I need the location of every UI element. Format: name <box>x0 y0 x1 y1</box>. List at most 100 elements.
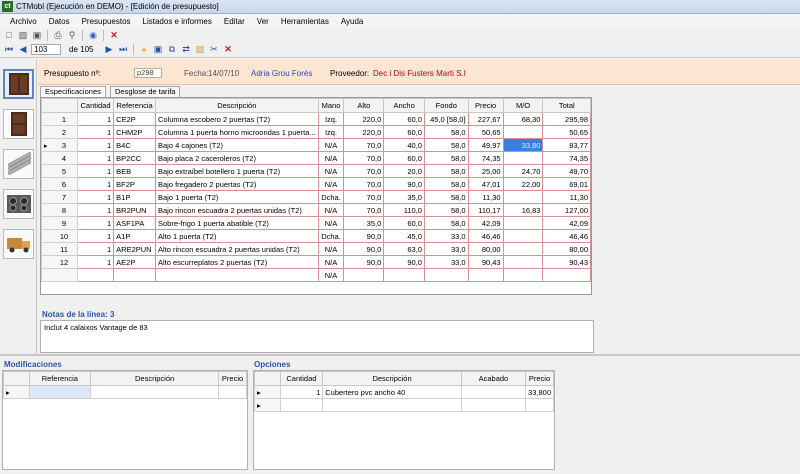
table-row[interactable]: 6 1 BF2P Bajo fregadero 2 puertas (T2) N/A 70… <box>41 177 591 191</box>
cell-ancho[interactable]: 90,0 <box>383 255 425 269</box>
opt-col-cantidad[interactable]: Cantidad <box>279 371 324 386</box>
cell-mo[interactable]: 68,30 <box>502 112 544 126</box>
row-number[interactable]: 11 <box>41 242 78 256</box>
print-icon[interactable]: ⎙ <box>52 29 64 41</box>
cell-precio[interactable]: 50,65 <box>467 125 504 139</box>
transfer-icon[interactable]: ⇄ <box>180 44 192 56</box>
cell-total[interactable]: 69,01 <box>542 177 591 191</box>
cell-ancho[interactable]: 60,0 <box>383 216 425 230</box>
cell-mo[interactable] <box>502 255 544 269</box>
opt-cell-precio[interactable]: 33,800 <box>524 385 554 399</box>
row-number[interactable]: 2 <box>41 125 78 139</box>
cell-ancho[interactable]: 40,0 <box>383 138 425 152</box>
col-header-mano[interactable]: Mano <box>317 98 345 113</box>
row-number[interactable]: 6 <box>41 177 78 191</box>
opt-cell-acabado[interactable] <box>460 385 526 399</box>
cell-referencia[interactable]: B1P <box>113 190 156 204</box>
cell-mano[interactable]: N/A <box>317 242 345 256</box>
save-icon[interactable]: ▣ <box>31 29 43 41</box>
table-row[interactable]: ▸ <box>254 398 554 412</box>
cell-precio[interactable] <box>467 268 504 282</box>
cell-cantidad[interactable]: 1 <box>76 164 115 178</box>
globe-icon[interactable]: ◉ <box>87 29 99 41</box>
cell-descripcion[interactable]: Bajo placa 2 caceroleros (T2) <box>154 151 319 165</box>
cell-alto[interactable]: 90,0 <box>343 229 385 243</box>
cell-ancho[interactable]: 20,0 <box>383 164 425 178</box>
table-row[interactable]: 12 1 AE2P Alto escurreplatos 2 puertas (T2)… <box>41 255 591 269</box>
cell-alto[interactable]: 220,0 <box>343 125 385 139</box>
date-value[interactable]: 14/07/10 <box>208 69 239 78</box>
table-row[interactable]: 7 1 B1P Bajo 1 puerta (T2) Dcha. 70,0 35,0 58,0… <box>41 190 591 204</box>
delete-record-icon[interactable]: ✕ <box>222 44 234 56</box>
cell-total[interactable]: 90,43 <box>542 255 591 269</box>
cell-ancho[interactable]: 45,0 <box>383 229 425 243</box>
previous-record-icon[interactable]: ◀ <box>17 44 29 56</box>
opt-col-acabado[interactable]: Acabado <box>460 371 526 386</box>
cell-fondo[interactable]: 58,0 <box>423 216 469 230</box>
opt-col-descripcion[interactable]: Descripción <box>322 371 462 386</box>
attach-icon[interactable]: ✂ <box>208 44 220 56</box>
opt-cell-descripcion[interactable]: Cubertero pvc ancho 40 <box>322 385 462 399</box>
cell-mano[interactable]: N/A <box>317 203 345 217</box>
mod-cell-descripcion[interactable] <box>90 385 220 399</box>
cell-mano[interactable]: N/A <box>317 268 345 282</box>
mod-col-descripcion[interactable]: Descripción <box>90 371 220 386</box>
table-row[interactable]: 1 1 CE2P Columna escobero 2 puertas (T2) Izq… <box>41 112 591 126</box>
row-number[interactable]: 8 <box>41 203 78 217</box>
cell-referencia[interactable]: BP2CC <box>113 151 156 165</box>
cell-referencia[interactable]: BEB <box>113 164 156 178</box>
sidebar-wardrobe-button[interactable] <box>3 69 34 99</box>
cell-descripcion[interactable]: Bajo 1 puerta (T2) <box>154 190 319 204</box>
table-row[interactable]: 9 1 ASF1PA Sobre-frigo 1 puerta abatible (T… <box>41 216 591 230</box>
cell-mo[interactable] <box>502 190 544 204</box>
cell-referencia[interactable]: AE2P <box>113 255 156 269</box>
cell-alto[interactable]: 90,0 <box>343 242 385 256</box>
cell-cantidad[interactable]: 1 <box>76 203 115 217</box>
mod-col-precio[interactable]: Precio <box>218 371 247 386</box>
cell-referencia[interactable]: BF2P <box>113 177 156 191</box>
opt-new-cantidad[interactable] <box>279 398 324 412</box>
cell-precio[interactable]: 11,30 <box>467 190 504 204</box>
cell-mano[interactable]: Dcha. <box>317 190 345 204</box>
col-header-mo[interactable]: M/O <box>502 98 544 113</box>
cell-mo[interactable] <box>502 216 544 230</box>
cell-alto[interactable]: 70,0 <box>343 151 385 165</box>
table-row[interactable]: 2 1 CHM2P Columna 1 puerta horno microondas… <box>41 125 591 139</box>
cell-descripcion[interactable]: Bajo 4 cajones (T2) <box>154 138 319 152</box>
row-number[interactable]: 5 <box>41 164 78 178</box>
record-number-input[interactable]: 103 <box>31 44 61 55</box>
cell-referencia[interactable]: ASF1PA <box>113 216 156 230</box>
table-row[interactable]: ▸ 3 1 B4C Bajo 4 cajones (T2) N/A 70,0 40,0 58,0… <box>41 138 591 152</box>
cell-fondo[interactable]: 33,0 <box>423 255 469 269</box>
print-preview-icon[interactable]: ⚲ <box>66 29 78 41</box>
cell-fondo[interactable]: 58,0 <box>423 138 469 152</box>
row-number[interactable]: 9 <box>41 216 78 230</box>
table-row[interactable]: N/A <box>41 268 591 282</box>
cell-cantidad[interactable] <box>76 268 115 282</box>
cell-total[interactable]: 295,98 <box>542 112 591 126</box>
cell-alto[interactable] <box>343 268 385 282</box>
cell-fondo[interactable]: 58,0 <box>423 164 469 178</box>
cell-cantidad[interactable]: 1 <box>76 190 115 204</box>
cell-mo[interactable] <box>502 242 544 256</box>
cell-mo[interactable]: 33,80 <box>502 138 544 152</box>
cell-ancho[interactable]: 60,0 <box>383 125 425 139</box>
cell-descripcion[interactable]: Alto 1 puerta (T2) <box>154 229 319 243</box>
cell-ancho[interactable]: 60,0 <box>383 151 425 165</box>
add-record-icon[interactable]: + <box>138 44 150 56</box>
cell-mo[interactable] <box>502 151 544 165</box>
last-record-icon[interactable]: ⏭ <box>117 44 129 56</box>
cell-alto[interactable]: 70,0 <box>343 177 385 191</box>
supplier-name[interactable]: Dec i Dis Fusters Marti S.I <box>373 69 466 78</box>
cell-referencia[interactable]: CE2P <box>113 112 156 126</box>
cell-mo[interactable] <box>502 125 544 139</box>
cell-total[interactable]: 83,77 <box>542 138 591 152</box>
cell-mano[interactable]: Izq. <box>317 112 345 126</box>
cell-fondo[interactable]: 58,0 <box>423 177 469 191</box>
cell-mo[interactable]: 16,83 <box>502 203 544 217</box>
cell-precio[interactable]: 46,46 <box>467 229 504 243</box>
cell-mano[interactable]: Izq. <box>317 125 345 139</box>
cell-precio[interactable]: 80,00 <box>467 242 504 256</box>
cell-referencia[interactable]: BR2PUN <box>113 203 156 217</box>
cell-cantidad[interactable]: 1 <box>76 229 115 243</box>
